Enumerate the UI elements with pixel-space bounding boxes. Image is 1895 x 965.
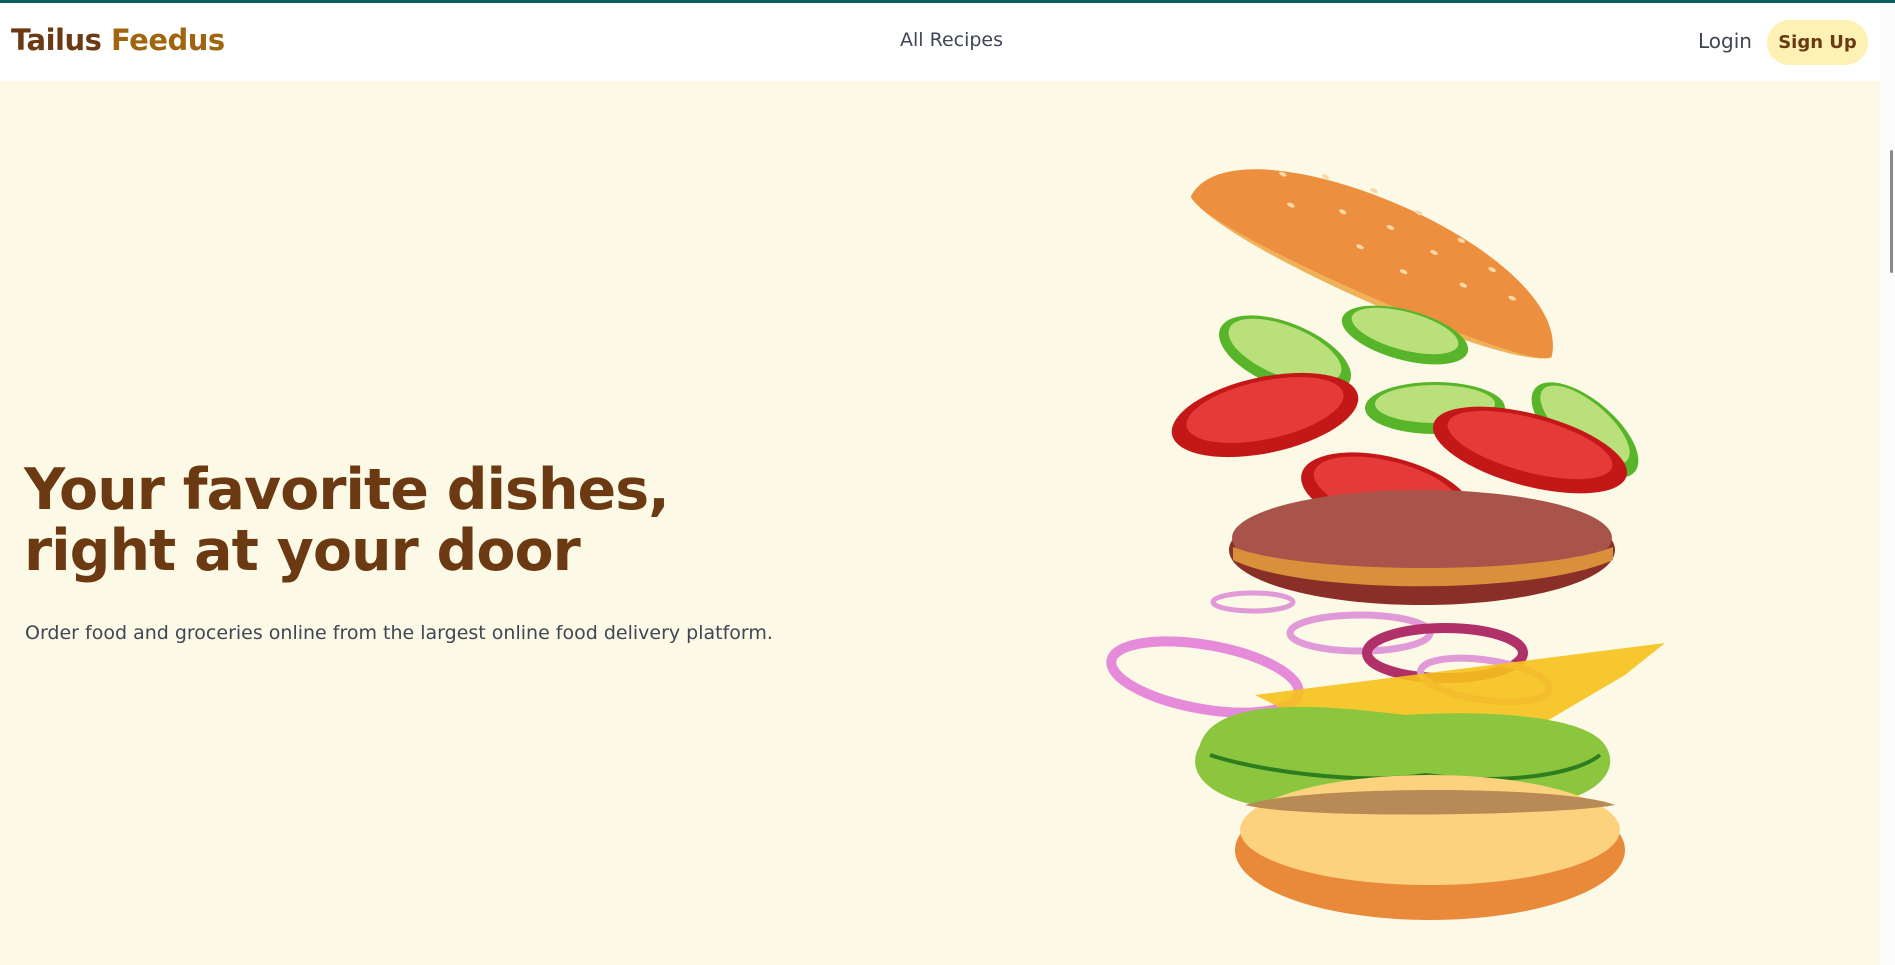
signup-button[interactable]: Sign Up (1767, 20, 1868, 65)
patty (1229, 490, 1615, 605)
scrollbar-track[interactable] (1880, 3, 1895, 965)
hero-subtitle: Order food and groceries online from the… (25, 622, 773, 644)
brand-logo[interactable]: Tailus Feedus (11, 23, 225, 57)
bottom-bun (1235, 775, 1625, 920)
hero-title: Your favorite dishes, right at your door (24, 457, 670, 584)
login-link[interactable]: Login (1698, 29, 1752, 53)
nav-link-all-recipes[interactable]: All Recipes (900, 29, 1003, 51)
brand-name-part2: Feedus (111, 23, 225, 57)
navbar: Tailus Feedus All Recipes Login Sign Up (0, 3, 1880, 81)
burger-illustration (1106, 169, 1665, 920)
scrollbar-thumb[interactable] (1890, 150, 1893, 273)
brand-name-part1: Tailus (11, 23, 102, 57)
